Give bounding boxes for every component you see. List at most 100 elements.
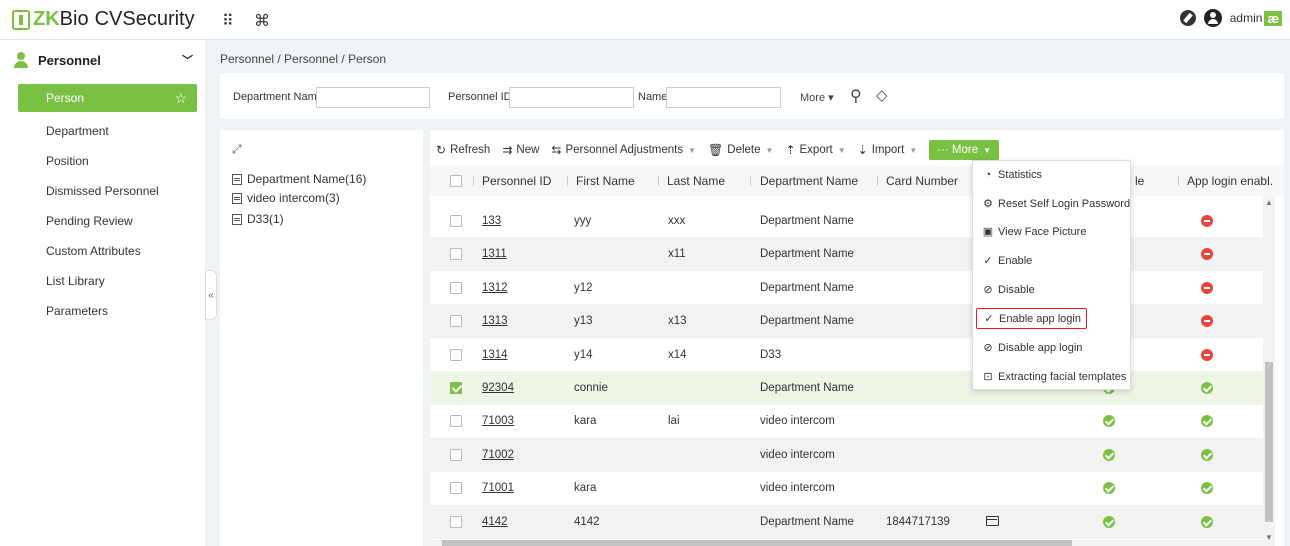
table-row[interactable]: 133 yyy xxx Department Name <box>430 204 1263 238</box>
menu-item-statistics[interactable]: ◔ Statistics <box>981 169 1042 181</box>
personnel-id-cell[interactable]: 1311 <box>482 248 507 260</box>
menu-item-enable[interactable]: ✓ Enable <box>981 254 1032 268</box>
clear-icon[interactable]: ◇ <box>876 86 888 104</box>
department-name-cell: Department Name <box>760 215 854 227</box>
compass-icon[interactable] <box>1179 10 1196 26</box>
sidebar-item-custom-attributes[interactable]: Custom Attributes <box>0 236 205 266</box>
scrollbar-thumb[interactable] <box>1265 362 1273 522</box>
menu-item-reset-self-login-password[interactable]: ⚙ Reset Self Login Password <box>981 197 1130 211</box>
adjust-label: Personnel Adjustments <box>565 144 684 156</box>
menu-item-disable[interactable]: ⊘ Disable <box>981 283 1034 297</box>
more-filters-button[interactable]: More ▾ <box>800 91 834 104</box>
search-icon[interactable]: ⚲ <box>850 86 862 106</box>
row-checkbox[interactable] <box>450 248 462 261</box>
sidebar-item-department[interactable]: Department <box>0 116 205 146</box>
grid-menu-icon[interactable]: ⠿ <box>222 11 234 31</box>
select-all-checkbox[interactable] <box>450 175 462 187</box>
import-button[interactable]: ⇣ Import ▼ <box>858 143 918 157</box>
personnel-adjustments-button[interactable]: ⇆ Personnel Adjustments ▼ <box>551 143 696 157</box>
vertical-scrollbar[interactable]: ▲ ▼ <box>1263 196 1275 546</box>
personnel-id-cell[interactable]: 1314 <box>482 349 508 361</box>
table-row[interactable]: 92304 connie Department Name <box>430 371 1263 405</box>
personnel-id-cell[interactable]: 71001 <box>482 482 514 494</box>
row-checkbox[interactable] <box>450 215 462 227</box>
new-label: New <box>516 144 540 156</box>
sidebar-collapse-button[interactable]: « <box>205 270 217 320</box>
personnel-id-cell[interactable]: 133 <box>482 215 501 227</box>
delete-button[interactable]: 🗑 Delete ▼ <box>708 143 773 157</box>
star-icon[interactable]: ☆ <box>174 90 187 107</box>
row-checkbox[interactable] <box>450 281 462 294</box>
name-input[interactable] <box>666 87 781 108</box>
sidebar-item-dismissed-personnel[interactable]: Dismissed Personnel <box>0 176 205 206</box>
app-login-disabled-icon <box>1201 348 1213 361</box>
scroll-up-icon[interactable]: ▲ <box>1265 198 1273 207</box>
menu-item-disable-app-login[interactable]: ⊘ Disable app login <box>981 341 1082 355</box>
header-enable[interactable]: le <box>1135 174 1144 188</box>
app-logo[interactable]: ZK Bio CVSecurity <box>12 8 195 31</box>
table-row[interactable]: 1314 y14 x14 D33 <box>430 338 1263 372</box>
sidebar-item-person[interactable]: Person ☆ <box>18 84 197 112</box>
header-separator <box>658 176 659 186</box>
personnel-id-cell[interactable]: 71002 <box>482 449 514 461</box>
menu-item-view-face-picture[interactable]: ▣ View Face Picture <box>981 225 1087 239</box>
row-checkbox[interactable] <box>450 515 462 528</box>
header-card-number[interactable]: Card Number <box>886 174 958 188</box>
card-icon[interactable] <box>986 515 999 526</box>
personnel-id-cell[interactable]: 71003 <box>482 415 514 427</box>
statistics-icon: ◔ <box>984 169 992 181</box>
table-row[interactable]: 1313 y13 x13 Department Name <box>430 304 1263 339</box>
first-name-cell: y14 <box>574 348 593 361</box>
breadcrumb: Personnel / Personnel / Person <box>220 52 387 66</box>
table-row[interactable]: 1311 x11 Department Name <box>430 237 1263 272</box>
header-department-name[interactable]: Department Name <box>760 174 858 188</box>
department-name-input[interactable] <box>316 87 430 108</box>
last-name-cell: xxx <box>668 215 686 227</box>
row-checkbox[interactable] <box>450 415 462 428</box>
table-row[interactable]: 71003 kara lai video intercom <box>430 404 1263 438</box>
sidebar-item-position[interactable]: Position <box>0 146 205 176</box>
command-icon[interactable]: ⌘ <box>254 11 270 31</box>
personnel-id-cell[interactable]: 1312 <box>482 282 508 294</box>
refresh-button[interactable]: ↻ Refresh <box>436 143 490 157</box>
sidebar-item-parameters[interactable]: Parameters <box>0 296 205 326</box>
row-checkbox[interactable] <box>450 482 462 495</box>
sidebar-item-label: List Library <box>46 274 105 288</box>
horizontal-scrollbar[interactable] <box>430 540 1275 546</box>
sidebar-item-list-library[interactable]: List Library <box>0 266 205 296</box>
personnel-id-cell[interactable]: 92304 <box>482 382 514 394</box>
tree-item-d33[interactable]: D33(1) <box>232 212 284 226</box>
export-icon: ⇡ <box>785 143 796 157</box>
header-last-name[interactable]: Last Name <box>667 174 725 188</box>
more-actions-button[interactable]: ··· More ▼ <box>929 140 1000 160</box>
table-row[interactable]: 1312 y12 Department Name <box>430 271 1263 305</box>
table-row[interactable]: 71002 video intercom <box>430 437 1263 472</box>
table-row[interactable]: 4142 4142 Department Name 1844717139 <box>430 504 1263 539</box>
menu-item-extracting-facial-templates[interactable]: ⊡ Extracting facial templates <box>981 370 1126 384</box>
filter-bar: Department Name Personnel ID Name More ▾… <box>220 73 1284 119</box>
tree-item-department-name[interactable]: Department Name(16) <box>232 172 366 186</box>
row-checkbox[interactable] <box>450 315 462 328</box>
personnel-id-cell[interactable]: 4142 <box>482 516 508 528</box>
export-button[interactable]: ⇡ Export ▼ <box>785 143 845 157</box>
menu-item-enable-app-login[interactable]: ✓ Enable app login <box>976 308 1087 329</box>
tree-item-video-intercom[interactable]: video intercom(3) <box>232 191 340 205</box>
personnel-id-cell[interactable]: 1313 <box>482 315 508 327</box>
department-name-label: Department Name <box>233 91 323 103</box>
expand-collapse-icon[interactable]: ⤢ <box>232 142 242 157</box>
header-personnel-id[interactable]: Personnel ID <box>482 174 551 188</box>
header-first-name[interactable]: First Name <box>576 174 635 188</box>
row-checkbox[interactable] <box>450 382 462 394</box>
row-checkbox[interactable] <box>450 448 462 461</box>
sidebar-item-pending-review[interactable]: Pending Review <box>0 206 205 236</box>
personnel-id-input[interactable] <box>509 87 634 108</box>
row-checkbox[interactable] <box>450 348 462 361</box>
header-app-login-enabled[interactable]: App login enabl. <box>1187 174 1273 188</box>
module-header[interactable]: Personnel ﹀ <box>0 40 205 80</box>
scrollbar-thumb[interactable] <box>442 540 1072 546</box>
chevron-down-icon: ﹀ <box>182 55 193 67</box>
username[interactable]: admin <box>1230 11 1263 25</box>
table-row[interactable]: 71001 kara video intercom <box>430 471 1263 505</box>
new-button[interactable]: ⇉ New <box>502 143 539 157</box>
user-icon[interactable] <box>1203 9 1222 27</box>
